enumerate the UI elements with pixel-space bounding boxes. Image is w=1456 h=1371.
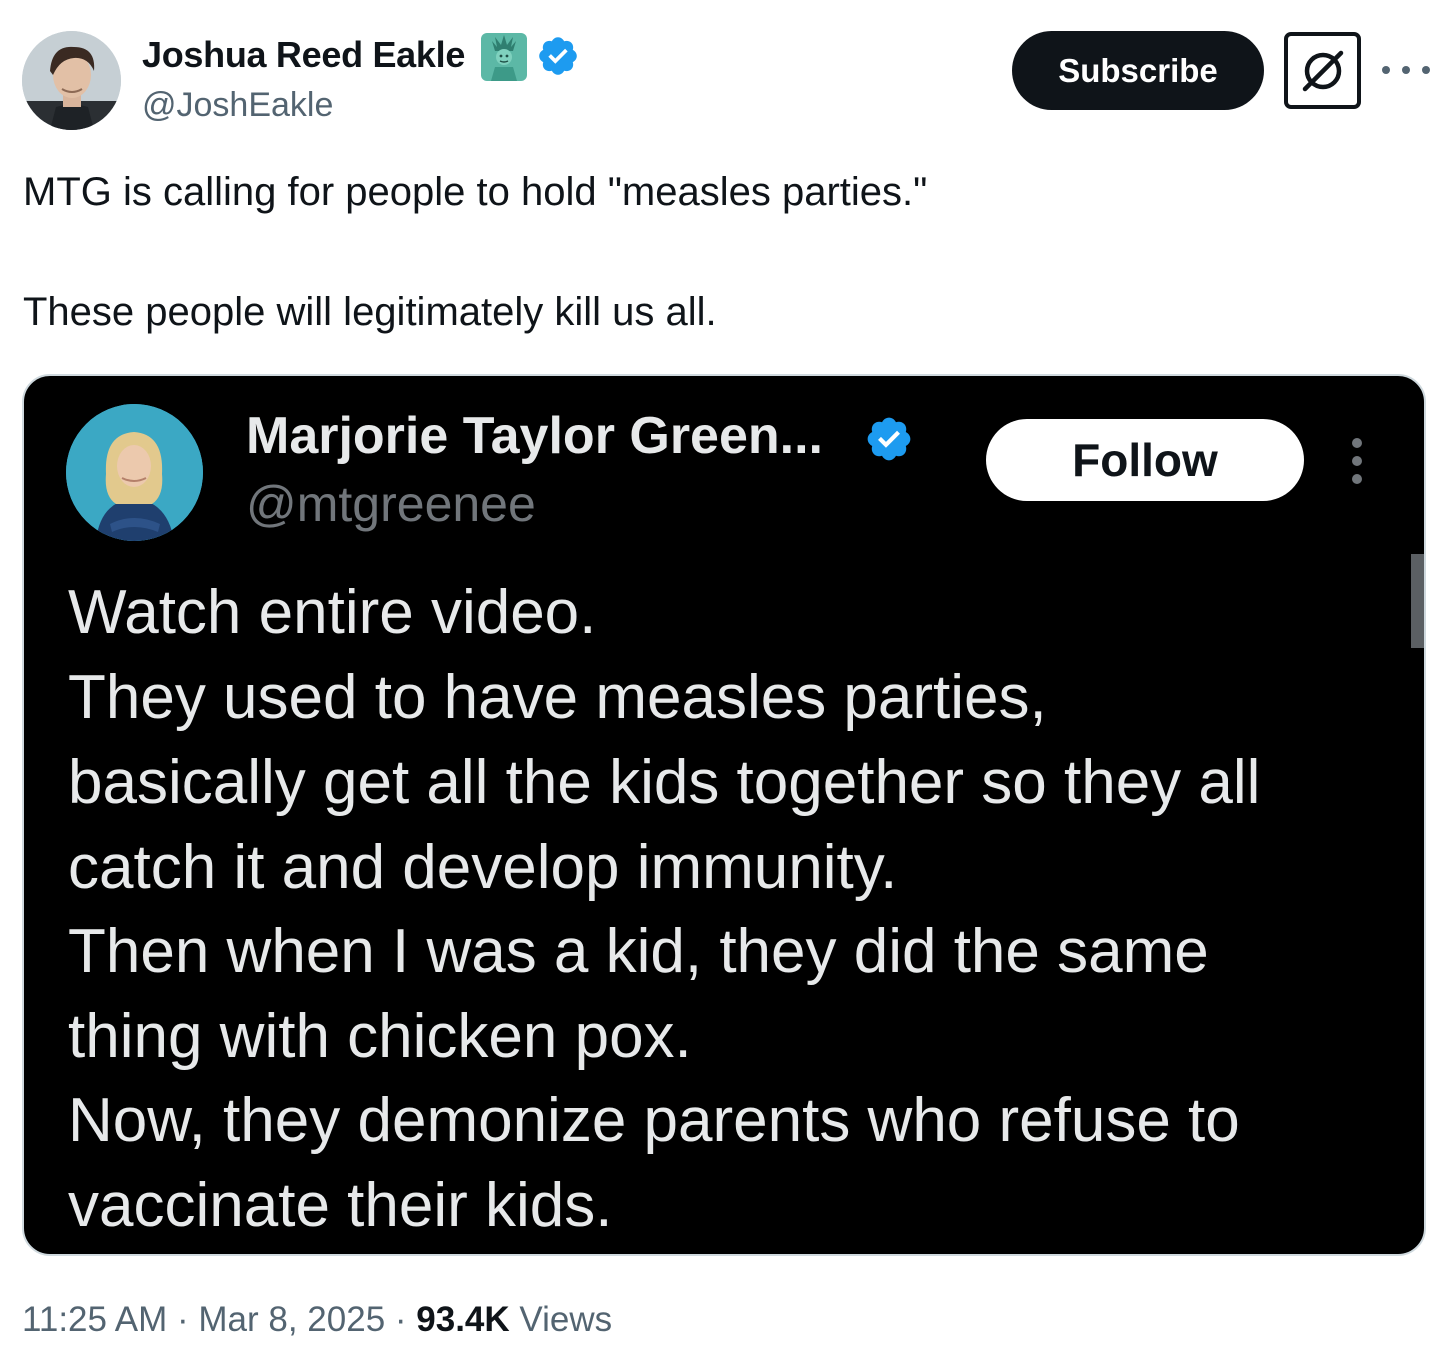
author-avatar[interactable] <box>22 31 121 130</box>
meta-separator: · <box>167 1300 199 1339</box>
quoted-handle: @mtgreenee <box>246 476 536 532</box>
quoted-text-line: vaccinate their kids. <box>68 1171 613 1240</box>
quoted-follow-button: Follow <box>986 419 1304 501</box>
tweet-text-line: These people will legitimately kill us a… <box>23 290 717 334</box>
author-handle[interactable]: @JoshEakle <box>142 86 333 125</box>
quoted-text-line: They used to have measles parties, <box>68 663 1047 732</box>
subscribe-button[interactable]: Subscribe <box>1012 31 1264 110</box>
quoted-text-line: thing with chicken pox. <box>68 1002 692 1071</box>
more-horizontal-icon <box>1382 66 1390 74</box>
quoted-text-line: basically get all the kids together so t… <box>68 748 1261 817</box>
meta-separator: · <box>385 1300 417 1339</box>
quoted-author-avatar <box>66 404 203 541</box>
tweet-text-line: MTG is calling for people to hold "measl… <box>23 170 928 214</box>
views-count[interactable]: 93.4K <box>416 1300 509 1339</box>
tweet-time[interactable]: 11:25 AM <box>22 1300 167 1339</box>
quoted-text-line: Then when I was a kid, they did the same <box>68 917 1209 986</box>
quoted-text-line: catch it and develop immunity. <box>68 833 898 902</box>
views-label[interactable]: Views <box>510 1300 612 1339</box>
verified-badge-icon <box>539 37 577 75</box>
quoted-scrollbar <box>1411 554 1424 648</box>
grok-button[interactable] <box>1284 32 1361 109</box>
tweet-date[interactable]: Mar 8, 2025 <box>198 1300 385 1339</box>
quoted-text-line: Watch entire video. <box>68 578 597 647</box>
quoted-display-name: Marjorie Taylor Green... <box>246 407 824 465</box>
author-display-name[interactable]: Joshua Reed Eakle <box>142 34 465 76</box>
quoted-text-line: Now, they demonize parents who refuse to <box>68 1086 1240 1155</box>
quoted-verified-badge-icon <box>867 417 911 461</box>
more-vertical-icon <box>1350 438 1364 484</box>
embedded-screenshot[interactable]: Marjorie Taylor Green... @mtgreenee Foll… <box>22 374 1426 1256</box>
tweet-meta: 11:25 AM · Mar 8, 2025 · 93.4K Views <box>22 1300 612 1340</box>
statue-of-liberty-icon <box>481 33 527 81</box>
grok-icon <box>1302 50 1343 91</box>
more-options-button[interactable] <box>1382 52 1430 88</box>
